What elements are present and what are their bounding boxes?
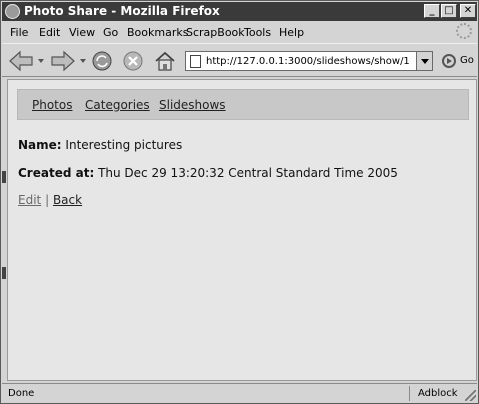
- maximize-button[interactable]: □: [441, 4, 457, 18]
- address-input[interactable]: http://127.0.0.1:3000/slideshows/show/1: [206, 55, 410, 68]
- close-button[interactable]: ✕: [460, 4, 476, 18]
- status-text: Done: [8, 388, 35, 399]
- action-links: Edit | Back: [18, 193, 82, 208]
- menu-file[interactable]: File: [10, 26, 28, 39]
- nav-link-categories[interactable]: Categories: [85, 98, 150, 113]
- menu-bookmarks[interactable]: Bookmarks: [127, 26, 188, 39]
- sidebar-grip-top[interactable]: [2, 171, 6, 183]
- menu-help[interactable]: Help: [279, 26, 304, 39]
- menu-edit[interactable]: Edit: [39, 26, 60, 39]
- address-dropdown-button[interactable]: [416, 52, 432, 70]
- firefox-icon: [5, 4, 20, 19]
- menu-bar: File Edit View Go Bookmarks ScrapBook To…: [2, 22, 477, 42]
- name-label: Name:: [18, 138, 62, 152]
- menu-scrapbook[interactable]: ScrapBook: [186, 26, 245, 39]
- stop-icon[interactable]: [122, 50, 144, 72]
- created-field: Created at: Thu Dec 29 13:20:32 Central …: [18, 166, 398, 181]
- go-icon[interactable]: [442, 54, 456, 68]
- site-nav: Photos Categories Slideshows: [17, 89, 469, 120]
- page-content: Photos Categories Slideshows Name: Inter…: [7, 79, 477, 381]
- window-title: Photo Share - Mozilla Firefox: [24, 4, 220, 18]
- navigation-toolbar: http://127.0.0.1:3000/slideshows/show/1 …: [2, 43, 477, 77]
- resize-grip-icon[interactable]: [465, 390, 476, 401]
- back-link[interactable]: Back: [53, 193, 82, 207]
- page-favicon-icon: [190, 55, 201, 68]
- menu-tools[interactable]: Tools: [244, 26, 271, 39]
- forward-dropdown-icon[interactable]: [80, 59, 86, 63]
- home-icon[interactable]: [154, 50, 176, 72]
- menu-view[interactable]: View: [69, 26, 95, 39]
- forward-arrow-icon[interactable]: [50, 50, 76, 72]
- reload-icon[interactable]: [91, 50, 113, 72]
- minimize-button[interactable]: _: [424, 4, 440, 18]
- sidebar-grip-bottom[interactable]: [2, 267, 6, 279]
- link-separator: |: [45, 193, 50, 207]
- back-arrow-icon[interactable]: [8, 50, 34, 72]
- adblock-button[interactable]: Adblock: [418, 388, 458, 400]
- throbber-icon: [456, 23, 472, 39]
- title-bar[interactable]: Photo Share - Mozilla Firefox _ □ ✕: [2, 2, 477, 21]
- name-field: Name: Interesting pictures: [18, 138, 182, 153]
- back-dropdown-icon[interactable]: [38, 59, 44, 63]
- name-value: Interesting pictures: [65, 138, 183, 152]
- nav-link-photos[interactable]: Photos: [32, 98, 72, 113]
- edit-link[interactable]: Edit: [18, 193, 41, 207]
- menu-go[interactable]: Go: [103, 26, 118, 39]
- created-value: Thu Dec 29 13:20:32 Central Standard Tim…: [98, 166, 398, 180]
- nav-link-slideshows[interactable]: Slideshows: [159, 98, 226, 113]
- status-bar: Done Adblock: [2, 383, 477, 402]
- created-label: Created at:: [18, 166, 95, 180]
- browser-window: Photo Share - Mozilla Firefox _ □ ✕ File…: [0, 0, 479, 404]
- status-divider: [409, 386, 410, 401]
- address-bar[interactable]: http://127.0.0.1:3000/slideshows/show/1: [185, 51, 433, 71]
- go-button-label[interactable]: Go: [460, 55, 474, 66]
